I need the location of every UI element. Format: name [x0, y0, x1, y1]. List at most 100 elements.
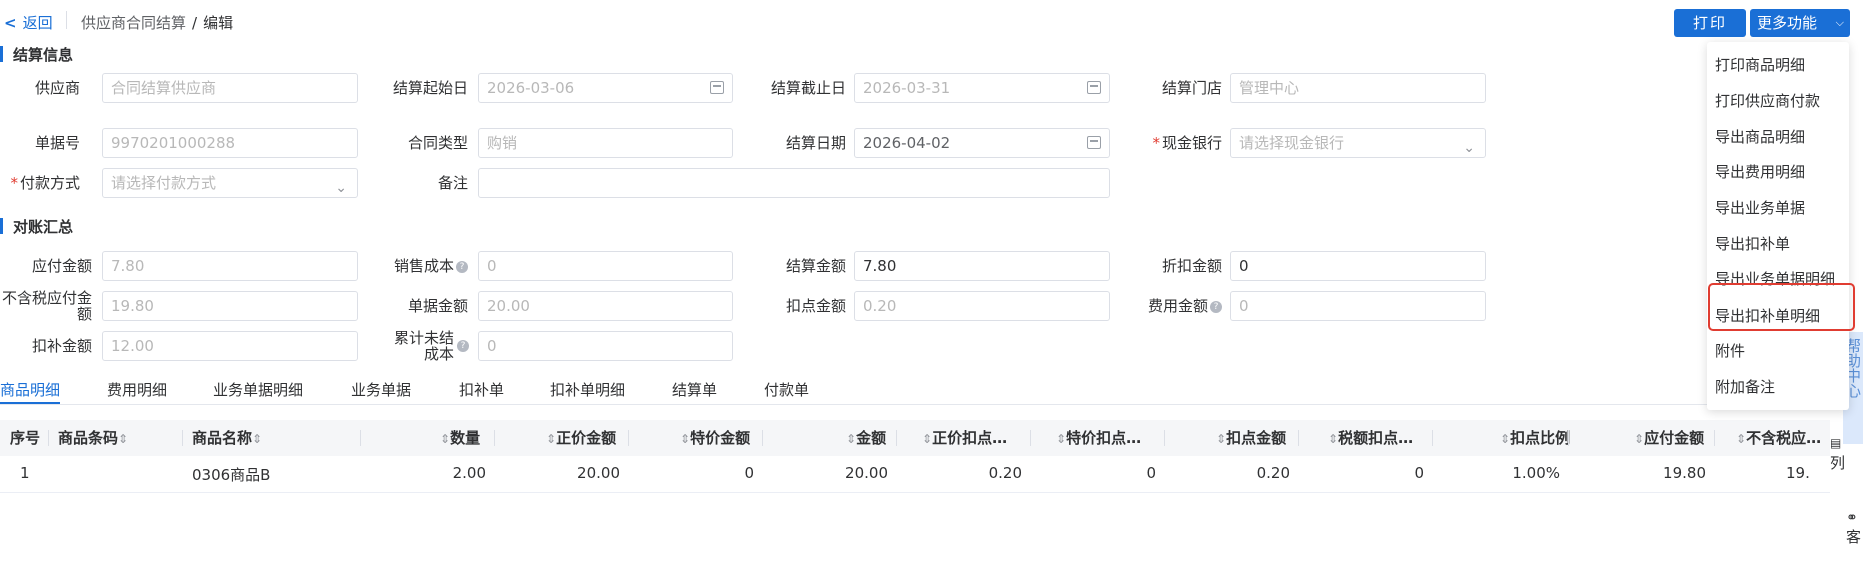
divider	[66, 11, 67, 29]
col-point-amount[interactable]: ⇕扣点金额	[1216, 420, 1286, 456]
start-date-field[interactable]: 2026-03-06	[478, 73, 733, 103]
discount-field[interactable]: 0	[1230, 251, 1486, 281]
cell-regular-amount: 20.00	[577, 464, 620, 482]
chevron-left-icon: <	[4, 14, 17, 32]
col-regular-amount[interactable]: ⇕正价金额	[546, 420, 616, 456]
menu-item-additional-remark[interactable]: 附加备注	[1715, 376, 1775, 397]
sort-icon[interactable]: ⇕	[680, 432, 690, 446]
col-amount[interactable]: ⇕金额	[846, 420, 886, 456]
cell-index: 1	[20, 464, 30, 482]
sort-icon[interactable]: ⇕	[1500, 432, 1510, 446]
col-point-ratio-label: 扣点比例	[1510, 429, 1571, 447]
unsettled-cost-field[interactable]: 0	[478, 331, 733, 361]
settle-date-value: 2026-04-02	[863, 134, 951, 152]
cash-bank-placeholder: 请选择现金银行	[1239, 134, 1345, 152]
settle-amount-field[interactable]: 7.80	[854, 251, 1110, 281]
tab-deduction[interactable]: 扣补单	[459, 379, 504, 400]
col-amount-label: 金额	[856, 429, 887, 447]
sort-icon[interactable]: ⇕	[546, 432, 556, 446]
print-button[interactable]: 打印	[1674, 9, 1746, 37]
help-icon[interactable]: ?	[1210, 300, 1222, 313]
tab-fee-detail[interactable]: 费用明细	[107, 379, 167, 400]
col-barcode[interactable]: 商品条码⇕	[58, 420, 128, 456]
sort-icon[interactable]: ⇕	[1328, 432, 1338, 446]
settle-date-field[interactable]: 2026-04-02	[854, 128, 1110, 158]
col-special-amount-label: 特价金额	[690, 429, 751, 447]
pay-method-select[interactable]: 请选择付款方式 ⌄	[102, 168, 358, 198]
column-divider	[1568, 430, 1569, 446]
pretax-payable-field[interactable]: 19.80	[102, 291, 358, 321]
sort-icon[interactable]: ⇕	[252, 432, 262, 446]
sort-icon[interactable]: ⇕	[1634, 432, 1644, 446]
doc-number-field[interactable]: 9970201000288	[102, 128, 358, 158]
col-payable[interactable]: ⇕应付金额	[1634, 420, 1704, 456]
supplier-field[interactable]: 合同结算供应商	[102, 73, 358, 103]
doc-amount-field[interactable]: 20.00	[478, 291, 733, 321]
col-special-point[interactable]: ⇕特价扣点…	[1056, 420, 1141, 456]
tab-payment[interactable]: 付款单	[764, 379, 809, 400]
end-date-field[interactable]: 2026-03-31	[854, 73, 1110, 103]
tab-goods-detail[interactable]: 商品明细	[0, 379, 60, 400]
start-date-label: 结算起始日	[392, 79, 468, 97]
help-icon[interactable]: ?	[457, 340, 469, 352]
cash-bank-label-text: 现金银行	[1161, 134, 1222, 152]
cash-bank-select[interactable]: 请选择现金银行 ⌄	[1230, 128, 1486, 158]
more-functions-label: 更多功能	[1757, 14, 1818, 32]
menu-item-export-business-doc[interactable]: 导出业务单据	[1715, 197, 1805, 218]
sales-cost-label: 销售成本?	[372, 251, 468, 281]
section-title-settle: 结算信息	[0, 44, 73, 65]
menu-item-export-goods-detail[interactable]: 导出商品明细	[1715, 126, 1805, 147]
customer-service-button[interactable]: ⚭ 客	[1846, 508, 1861, 547]
payable-field[interactable]: 7.80	[102, 251, 358, 281]
calendar-icon	[1087, 136, 1101, 149]
doc-number-label: 单据号	[34, 134, 80, 152]
menu-item-print-goods-detail[interactable]: 打印商品明细	[1715, 54, 1805, 75]
calendar-icon	[1087, 81, 1101, 94]
point-amount-label: 扣点金额	[785, 297, 846, 315]
sort-icon[interactable]: ⇕	[118, 432, 128, 446]
cell-special-amount: 0	[744, 464, 754, 482]
store-label: 结算门店	[1161, 79, 1222, 97]
tab-deduction-detail[interactable]: 扣补单明细	[550, 379, 625, 400]
tab-business-doc[interactable]: 业务单据	[351, 379, 411, 400]
tab-business-doc-detail[interactable]: 业务单据明细	[213, 379, 303, 400]
contract-type-field[interactable]: 购销	[478, 128, 733, 158]
remark-input[interactable]	[478, 168, 1110, 198]
fee-amount-field[interactable]: 0	[1230, 291, 1486, 321]
menu-item-attachment[interactable]: 附件	[1715, 340, 1745, 361]
sort-icon[interactable]: ⇕	[922, 432, 932, 446]
col-regular-point[interactable]: ⇕正价扣点…	[922, 420, 1007, 456]
sales-cost-field[interactable]: 0	[478, 251, 733, 281]
cell-tax-point: 0	[1414, 464, 1424, 482]
required-marker: *	[1152, 134, 1160, 152]
col-special-amount[interactable]: ⇕特价金额	[680, 420, 750, 456]
settle-date-label: 结算日期	[785, 134, 846, 152]
sort-icon[interactable]: ⇕	[1736, 432, 1746, 446]
tab-settlement[interactable]: 结算单	[672, 379, 717, 400]
breadcrumb-parent[interactable]: 供应商合同结算	[81, 14, 186, 32]
more-functions-button[interactable]: 更多功能 ⌵	[1750, 9, 1850, 37]
cell-name: 0306商品B	[192, 466, 271, 484]
breadcrumb-separator: /	[192, 14, 198, 32]
menu-item-print-supplier-payment[interactable]: 打印供应商付款	[1715, 90, 1820, 111]
section-title-summary: 对账汇总	[0, 216, 73, 237]
help-icon[interactable]: ?	[456, 260, 468, 273]
menu-item-export-deduction[interactable]: 导出扣补单	[1715, 233, 1790, 254]
col-name[interactable]: 商品名称⇕	[192, 420, 262, 456]
sort-icon[interactable]: ⇕	[846, 432, 856, 446]
sort-icon[interactable]: ⇕	[1056, 432, 1066, 446]
deduct-amount-field[interactable]: 12.00	[102, 331, 358, 361]
column-divider	[1164, 430, 1165, 446]
point-amount-field[interactable]: 0.20	[854, 291, 1110, 321]
cell-regular-point: 0.20	[988, 464, 1022, 482]
breadcrumb-current: 编辑	[203, 14, 234, 32]
col-point-ratio[interactable]: ⇕扣点比例	[1500, 420, 1570, 456]
menu-item-export-fee-detail[interactable]: 导出费用明细	[1715, 161, 1805, 182]
sort-icon[interactable]: ⇕	[1216, 432, 1226, 446]
col-tax-point[interactable]: ⇕税额扣点…	[1328, 420, 1413, 456]
sort-icon[interactable]: ⇕	[440, 432, 450, 446]
col-pretax-payable[interactable]: ⇕不含税应…	[1736, 420, 1821, 456]
back-button[interactable]: < 返回	[4, 12, 53, 33]
store-field[interactable]: 管理中心	[1230, 73, 1486, 103]
col-quantity[interactable]: ⇕数量	[440, 420, 480, 456]
